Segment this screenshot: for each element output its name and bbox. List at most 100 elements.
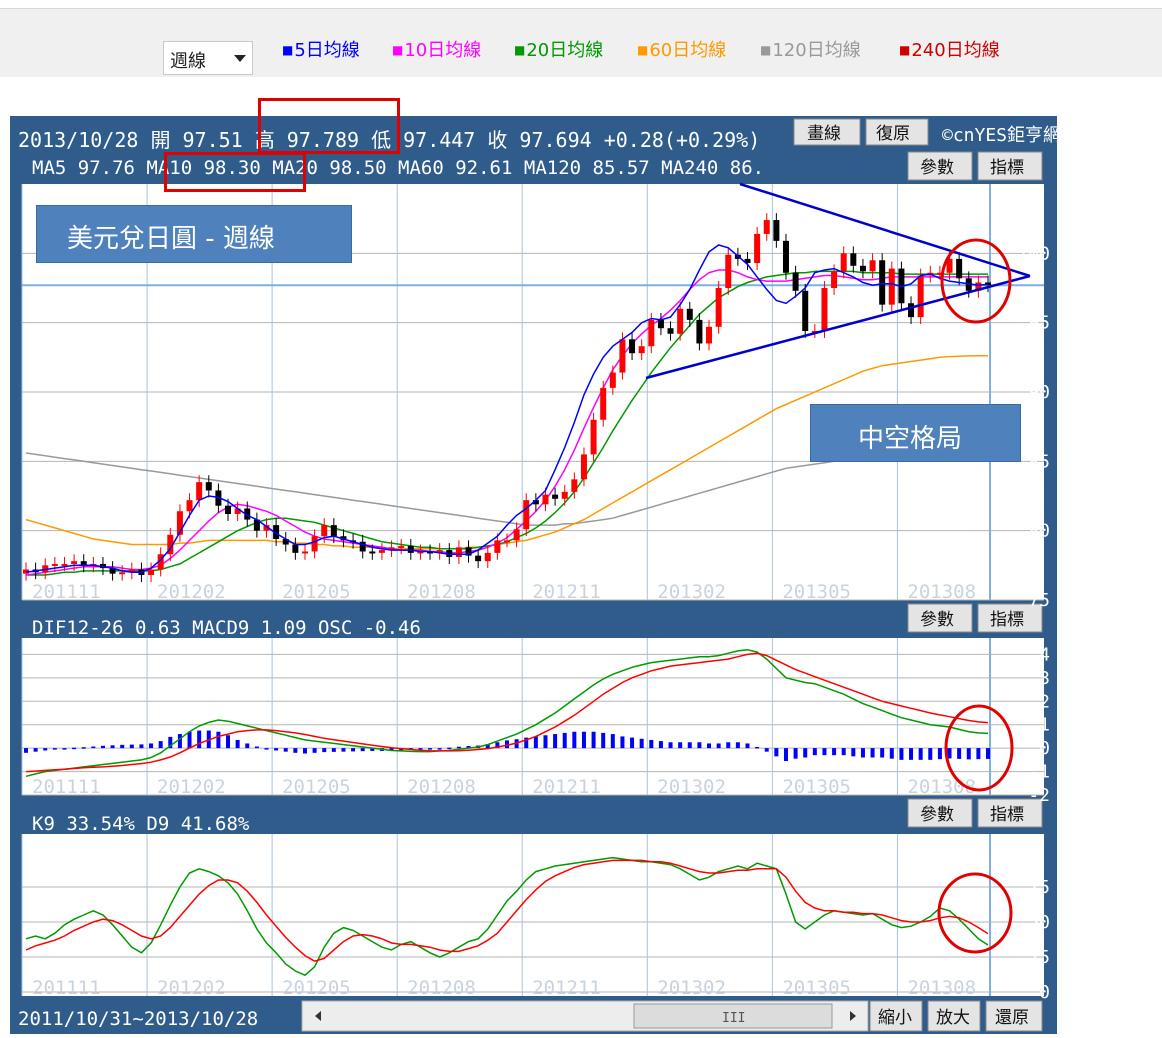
osc-bar <box>447 747 452 750</box>
kd-x-label: 201211 <box>532 977 601 999</box>
candle-body <box>696 319 703 344</box>
kd-plot-area[interactable] <box>22 834 1044 996</box>
kd-x-label: 201205 <box>282 977 351 999</box>
osc-bar <box>966 748 971 760</box>
legend-item[interactable]: ■240日均線 <box>899 36 1000 62</box>
candle-body <box>667 328 674 334</box>
osc-bar <box>658 741 663 749</box>
kd-params-button[interactable]: 參數 <box>907 798 973 828</box>
candle-body <box>850 253 857 266</box>
osc-bar <box>860 748 865 758</box>
legend-swatch-icon: ■ <box>637 43 649 57</box>
macd-x-label: 201111 <box>32 776 101 798</box>
candle-body <box>590 419 597 455</box>
kd-x-label: 201202 <box>157 977 226 999</box>
osc-bar <box>543 735 548 749</box>
candle-body <box>311 536 318 552</box>
candle-body <box>763 220 770 234</box>
price-x-label: 201305 <box>782 581 851 603</box>
osc-bar <box>591 731 596 749</box>
osc-bar <box>158 741 163 749</box>
osc-bar <box>899 748 904 760</box>
price-indicator-button[interactable]: 指標 <box>977 151 1043 181</box>
draw-line-label: 畫線 <box>807 124 841 144</box>
osc-bar <box>976 748 981 760</box>
period-select-value: 週線 <box>170 51 206 72</box>
osc-bar <box>668 742 673 749</box>
candle-body <box>321 525 328 537</box>
osc-bar <box>456 746 461 749</box>
candle-body <box>888 268 895 305</box>
macd-tick-label: -2 <box>1028 785 1050 806</box>
title-callout-text: 美元兌日圓 - 週線 <box>67 224 275 254</box>
chevron-down-icon <box>234 55 246 62</box>
osc-bar <box>630 737 635 749</box>
legend-item[interactable]: ■60日均線 <box>637 36 726 62</box>
candle-body <box>455 547 462 558</box>
price-tick-label: 75 <box>1028 590 1050 611</box>
price-x-label: 201211 <box>532 581 601 603</box>
legend-swatch-icon: ■ <box>514 43 526 57</box>
osc-bar <box>428 748 433 750</box>
candle-body <box>657 319 664 329</box>
osc-bar <box>91 746 96 749</box>
candle-body <box>71 561 78 564</box>
candle-body <box>494 540 501 553</box>
osc-bar <box>197 730 202 749</box>
osc-bar <box>312 748 317 753</box>
macd-x-label: 201302 <box>657 776 726 798</box>
price-tick-label: 100 <box>1017 243 1050 264</box>
legend-label: 240日均線 <box>911 40 1000 61</box>
osc-bar <box>937 748 942 760</box>
osc-bar <box>610 734 615 749</box>
candle-body <box>513 529 520 541</box>
macd-x-label: 201202 <box>157 776 226 798</box>
candle-body <box>773 220 780 241</box>
osc-bar <box>110 745 115 749</box>
legend-item[interactable]: ■120日均線 <box>760 36 861 62</box>
price-tick-label: 90 <box>1028 382 1050 403</box>
macd-indicator-label: 指標 <box>990 610 1024 630</box>
candle-body <box>619 339 626 373</box>
candle-body <box>840 253 847 272</box>
candle-body <box>706 326 713 344</box>
macd-x-label: 201205 <box>282 776 351 798</box>
legend-item[interactable]: ■5日均線 <box>282 36 360 62</box>
osc-bar <box>774 748 779 757</box>
candle-body <box>186 500 193 512</box>
ma10-value-highlight <box>164 152 306 192</box>
osc-bar <box>293 748 298 753</box>
osc-bar <box>620 736 625 749</box>
zoom-in-button[interactable]: 放大 <box>927 1000 981 1032</box>
osc-bar <box>322 748 327 753</box>
osc-bar <box>841 748 846 756</box>
kd-tick-label: 50 <box>1028 912 1050 933</box>
legend-item[interactable]: ■20日均線 <box>514 36 603 62</box>
osc-bar <box>639 738 644 749</box>
osc-bar <box>986 748 990 759</box>
osc-bar <box>360 748 365 752</box>
zoom-out-button[interactable]: 縮小 <box>869 1000 923 1032</box>
legend-swatch-icon: ■ <box>392 43 404 57</box>
osc-bar <box>649 739 654 749</box>
candle-body <box>292 544 299 553</box>
legend-item[interactable]: ■10日均線 <box>392 36 481 62</box>
kd-tick-label: 0 <box>1039 982 1050 1003</box>
reset-drawing-button[interactable]: 復原 <box>865 118 929 146</box>
scrollbar[interactable]: III <box>301 1000 869 1032</box>
osc-bar <box>245 743 250 749</box>
price-x-label: 201111 <box>32 581 101 603</box>
macd-x-label: 201208 <box>407 776 476 798</box>
restore-view-button[interactable]: 還原 <box>985 1000 1043 1032</box>
copyright-label: ©cnYES鉅亨網 <box>942 125 1057 146</box>
macd-params-button[interactable]: 參數 <box>907 603 973 633</box>
osc-bar <box>851 748 856 757</box>
price-tick-label: 95 <box>1028 313 1050 334</box>
osc-bar <box>351 748 356 752</box>
period-select[interactable]: 週線 <box>163 41 253 75</box>
osc-bar <box>120 744 125 749</box>
draw-line-button[interactable]: 畫線 <box>793 118 861 146</box>
kd-indicator-label: 指標 <box>990 805 1024 825</box>
price-params-button[interactable]: 參數 <box>907 151 973 181</box>
high-value-highlight <box>258 98 400 154</box>
